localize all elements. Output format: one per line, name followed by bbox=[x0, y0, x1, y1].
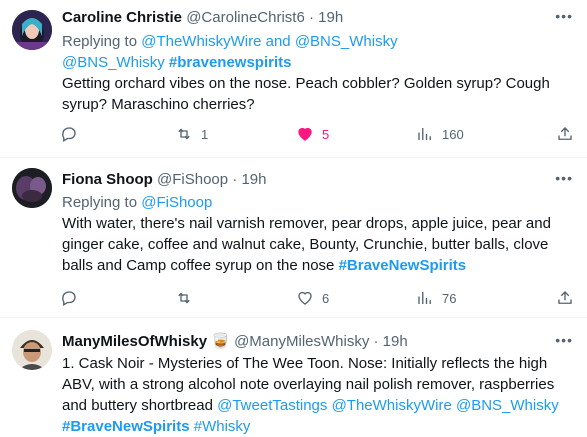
tweet-3[interactable]: ManyMilesOfWhisky 🥃 @ManyMilesWhisky · 1… bbox=[0, 318, 587, 436]
tweet-header: Fiona Shoop @FiShoop · 19h bbox=[62, 170, 575, 190]
more-dots-icon[interactable]: ••• bbox=[555, 170, 573, 186]
timestamp[interactable]: 19h bbox=[241, 171, 266, 188]
like-button[interactable]: 6 bbox=[296, 288, 329, 308]
timestamp[interactable]: 19h bbox=[383, 333, 408, 350]
share-icon bbox=[558, 127, 572, 140]
like-count: 6 bbox=[322, 290, 330, 306]
tweet-header: ManyMilesOfWhisky 🥃 @ManyMilesWhisky · 1… bbox=[62, 332, 575, 352]
retweet-button[interactable] bbox=[175, 288, 193, 308]
user-handle[interactable]: @CarolineChrist6 bbox=[186, 9, 305, 26]
separator: · bbox=[308, 9, 314, 26]
retweet-icon bbox=[178, 292, 190, 304]
view-count: 76 bbox=[442, 290, 457, 306]
avatar-image bbox=[12, 330, 52, 370]
user-handle[interactable]: @FiShoop bbox=[157, 171, 228, 188]
user-handle[interactable]: @ManyMilesWhisky bbox=[234, 333, 369, 350]
views-icon bbox=[418, 128, 431, 140]
share-icon bbox=[558, 291, 572, 304]
more-dots-icon[interactable]: ••• bbox=[555, 8, 573, 24]
tweet-text: 1. Cask Noir - Mysteries of The Wee Toon… bbox=[62, 353, 575, 437]
more-dots-icon[interactable]: ••• bbox=[555, 332, 573, 348]
and-label: and bbox=[265, 33, 291, 50]
retweet-button[interactable]: 1 bbox=[175, 124, 208, 144]
mention-link[interactable]: @BNS_Whisky bbox=[295, 33, 398, 50]
tweet-header: Caroline Christie @CarolineChrist6 · 19h bbox=[62, 8, 575, 28]
replying-to-label: Replying to bbox=[62, 194, 138, 211]
display-name[interactable]: Fiona Shoop bbox=[62, 171, 153, 188]
mention-link[interactable]: @TweetTastings bbox=[217, 397, 327, 414]
like-count: 5 bbox=[322, 126, 330, 142]
heart-filled-icon bbox=[298, 127, 312, 141]
mention-link[interactable]: @TheWhiskyWire bbox=[141, 33, 261, 50]
avatar-image bbox=[12, 10, 52, 50]
hashtag-link[interactable]: #Whisky bbox=[194, 418, 251, 435]
whisky-glass-icon: 🥃 bbox=[211, 333, 230, 350]
tweet-text-body: With water, there's nail varnish remover… bbox=[62, 215, 551, 274]
hashtag-link[interactable]: #bravenewspirits bbox=[169, 54, 292, 71]
display-name[interactable]: Caroline Christie bbox=[62, 9, 182, 26]
separator: · bbox=[232, 171, 238, 188]
like-button[interactable]: 5 bbox=[296, 124, 329, 144]
display-name[interactable]: ManyMilesOfWhisky bbox=[62, 333, 207, 350]
reply-button[interactable] bbox=[60, 288, 78, 308]
reply-context: Replying to @FiShoop bbox=[62, 192, 575, 213]
hashtag-link[interactable]: #BraveNewSpirits bbox=[62, 418, 190, 435]
reply-icon bbox=[62, 291, 76, 306]
avatar[interactable] bbox=[12, 330, 52, 370]
views-icon bbox=[418, 292, 431, 304]
action-bar: 6 76 bbox=[60, 288, 573, 308]
share-button[interactable] bbox=[556, 288, 574, 308]
mention-link[interactable]: @BNS_Whisky bbox=[62, 54, 165, 71]
separator: · bbox=[373, 333, 379, 350]
timestamp[interactable]: 19h bbox=[318, 9, 343, 26]
mention-link[interactable]: @FiShoop bbox=[141, 194, 212, 211]
avatar-image bbox=[12, 168, 52, 208]
view-count: 160 bbox=[442, 126, 464, 142]
avatar[interactable] bbox=[12, 168, 52, 208]
tweet-1[interactable]: Caroline Christie @CarolineChrist6 · 19h… bbox=[0, 0, 587, 158]
reply-button[interactable] bbox=[60, 124, 78, 144]
retweet-count: 1 bbox=[201, 126, 209, 142]
mention-link[interactable]: @BNS_Whisky bbox=[456, 397, 559, 414]
share-button[interactable] bbox=[556, 124, 574, 144]
retweet-icon bbox=[178, 128, 190, 140]
tweet-2[interactable]: Fiona Shoop @FiShoop · 19h Replying to @… bbox=[0, 158, 587, 318]
views-button[interactable]: 76 bbox=[416, 288, 456, 308]
reply-context: Replying to @TheWhiskyWire and @BNS_Whis… bbox=[62, 31, 575, 73]
reply-icon bbox=[62, 127, 76, 142]
action-bar: 1 5 160 bbox=[60, 124, 573, 144]
hashtag-link[interactable]: #BraveNewSpirits bbox=[339, 257, 467, 274]
mention-link[interactable]: @TheWhiskyWire bbox=[332, 397, 452, 414]
tweet-text: Getting orchard vibes on the nose. Peach… bbox=[62, 75, 550, 113]
tweet-text: With water, there's nail varnish remover… bbox=[62, 213, 575, 276]
replying-to-label: Replying to bbox=[62, 33, 138, 50]
avatar[interactable] bbox=[12, 10, 52, 50]
heart-icon bbox=[298, 291, 312, 305]
views-button[interactable]: 160 bbox=[416, 124, 464, 144]
